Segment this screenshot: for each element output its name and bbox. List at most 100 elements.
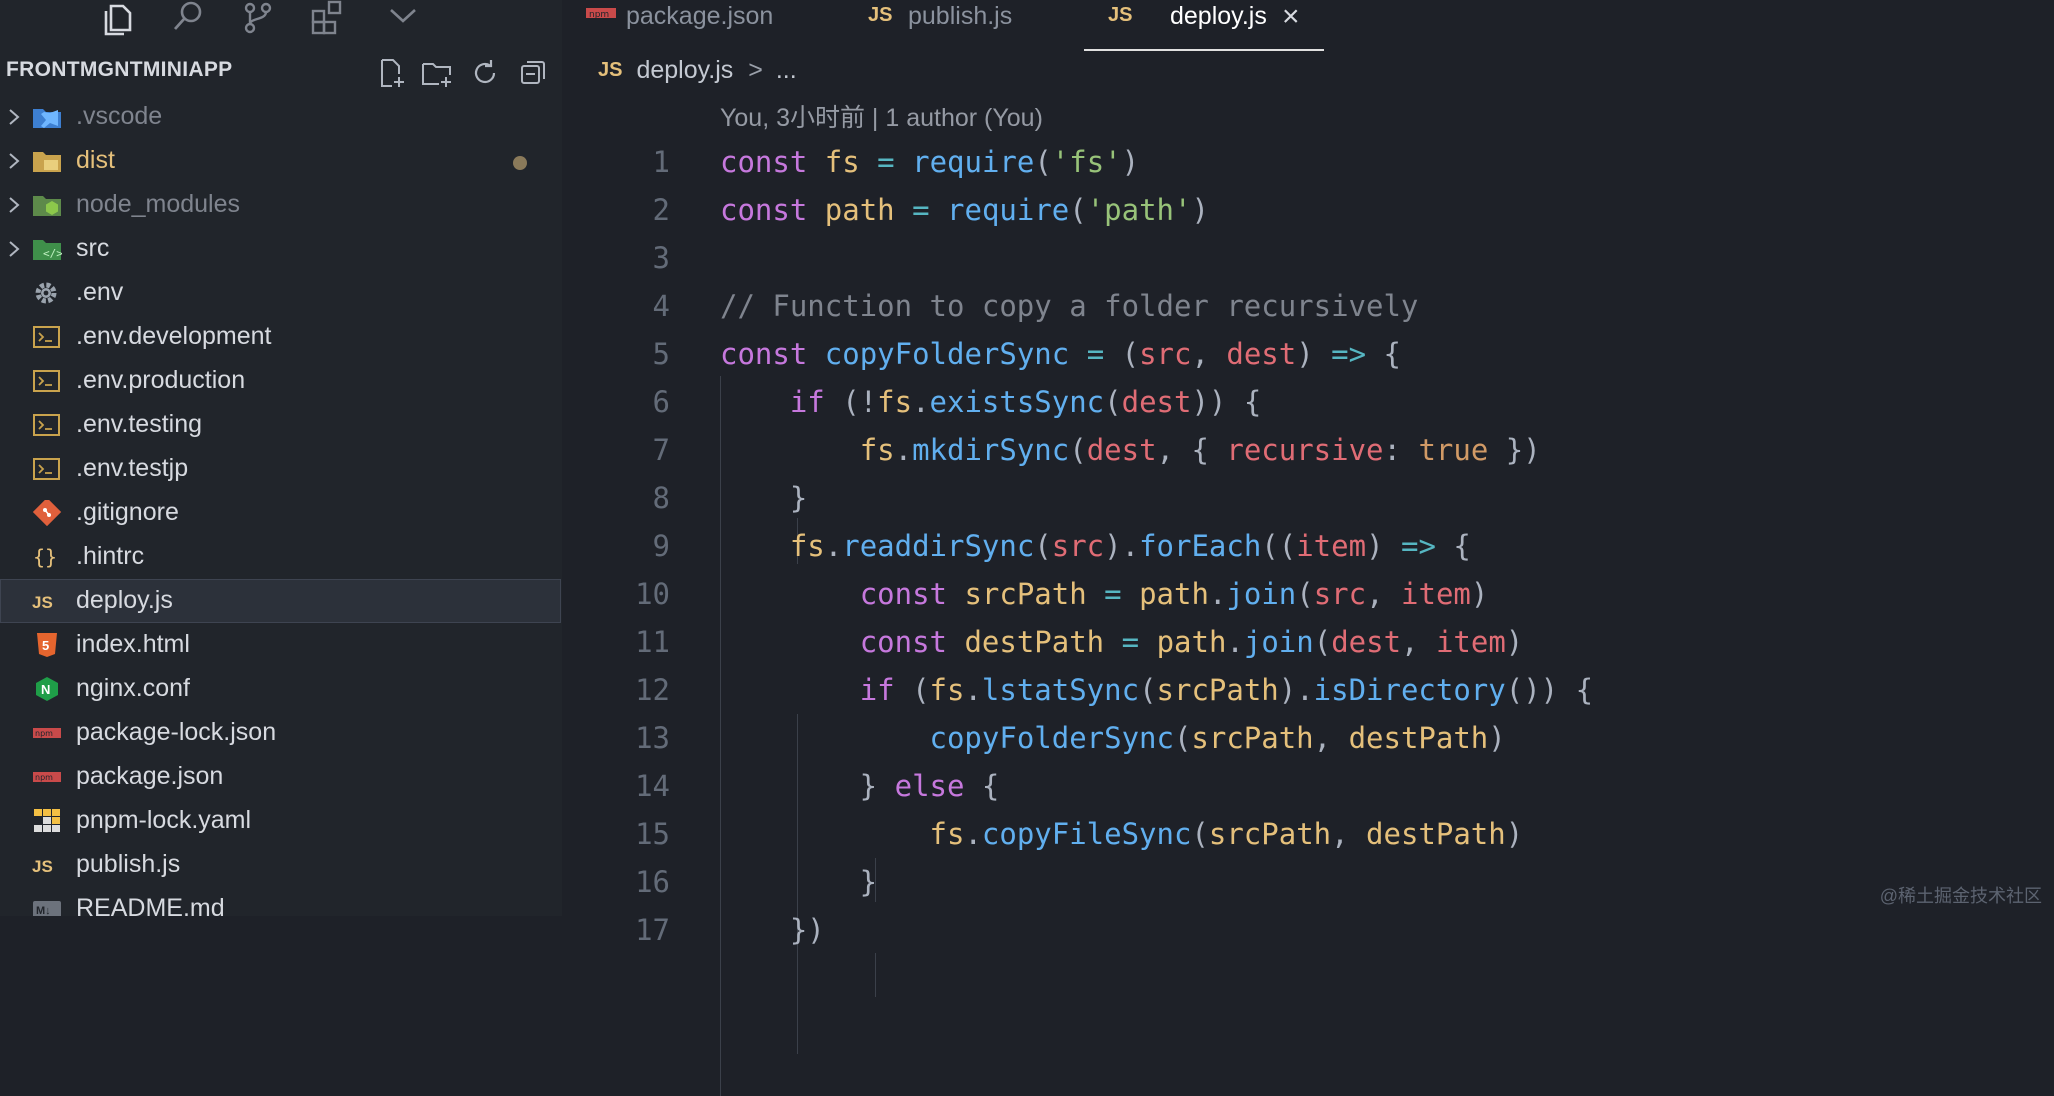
- js-icon: JS: [868, 4, 893, 26]
- code-line[interactable]: }: [720, 858, 2040, 906]
- svg-text:5: 5: [42, 638, 49, 653]
- watermark: @稀土掘金技术社区: [1879, 886, 2042, 906]
- code-line[interactable]: const srcPath = path.join(src, item): [720, 570, 2040, 618]
- collapse-all-icon[interactable]: [516, 56, 550, 90]
- tree-item-label: .env.testjp: [76, 454, 189, 482]
- tree-item[interactable]: .vscode: [0, 95, 562, 139]
- tree-item-label: .gitignore: [76, 498, 179, 526]
- codelens-author[interactable]: You, 3小时前 | 1 author (You): [720, 98, 1043, 134]
- tree-item-label: .vscode: [76, 102, 163, 130]
- svg-text:JS: JS: [32, 593, 53, 612]
- tree-item[interactable]: M↓ README.md: [0, 887, 562, 916]
- line-number: 1: [652, 145, 670, 179]
- tab-label: deploy.js: [1170, 2, 1267, 30]
- tree-item-label: index.html: [76, 630, 190, 658]
- activity-bar: [0, 0, 562, 50]
- breadcrumb-separator: >: [748, 56, 763, 84]
- code-line[interactable]: [720, 234, 2040, 282]
- node-folder-icon: [32, 192, 62, 218]
- tree-item[interactable]: 5 index.html: [0, 623, 562, 667]
- line-number: 13: [635, 721, 670, 755]
- line-number: 10: [635, 577, 670, 611]
- indent-guide: [875, 953, 876, 997]
- tree-item-label: .env.testing: [76, 410, 203, 438]
- code-line[interactable]: // Function to copy a folder recursively: [720, 282, 2040, 330]
- project-title[interactable]: FRONTMGNTMINIAPP: [6, 58, 232, 82]
- code-line[interactable]: }): [720, 906, 2040, 954]
- code-line[interactable]: } else {: [720, 762, 2040, 810]
- new-file-icon[interactable]: [374, 56, 408, 90]
- tab-deploy-js[interactable]: JS deploy.js ×: [1084, 0, 1324, 51]
- tree-item[interactable]: JS publish.js: [0, 843, 562, 887]
- code-line[interactable]: fs.readdirSync(src).forEach((item) => {: [720, 522, 2040, 570]
- tree-item[interactable]: Nnginx.conf: [0, 667, 562, 711]
- tree-item[interactable]: npm package.json: [0, 755, 562, 799]
- tree-item-label: node_modules: [76, 190, 241, 218]
- line-number: 17: [635, 913, 670, 947]
- tree-item[interactable]: node_modules: [0, 183, 562, 227]
- tab-publish-js[interactable]: JS publish.js: [862, 0, 1092, 49]
- explorer-sidebar: FRONTMGNTMINIAPP .vscode dist node_modules…: [0, 0, 562, 916]
- new-folder-icon[interactable]: [420, 56, 454, 90]
- close-icon[interactable]: ×: [1282, 0, 1300, 34]
- tree-item[interactable]: dist: [0, 139, 562, 183]
- code-line[interactable]: fs.copyFileSync(srcPath, destPath): [720, 810, 2040, 858]
- tree-item[interactable]: .env: [0, 271, 562, 315]
- tree-item-label: package.json: [76, 762, 224, 790]
- chevron-right-icon[interactable]: [4, 105, 24, 129]
- explorer-header: FRONTMGNTMINIAPP: [0, 52, 562, 92]
- chevron-right-icon[interactable]: [4, 237, 24, 261]
- tree-item[interactable]: .env.production: [0, 359, 562, 403]
- tree-item[interactable]: .env.testing: [0, 403, 562, 447]
- tree-item[interactable]: .env.testjp: [0, 447, 562, 491]
- code-line[interactable]: const path = require('path'): [720, 186, 2040, 234]
- breadcrumb-more[interactable]: ...: [776, 56, 797, 84]
- folder-icon: [32, 148, 62, 174]
- tree-item-label: README.md: [76, 894, 225, 916]
- chevron-right-icon[interactable]: [4, 193, 24, 217]
- tree-item[interactable]: </> src: [0, 227, 562, 271]
- tree-item[interactable]: .gitignore: [0, 491, 562, 535]
- svg-text:JS: JS: [32, 857, 53, 876]
- tree-item[interactable]: npm package-lock.json: [0, 711, 562, 755]
- code-line[interactable]: copyFolderSync(srcPath, destPath): [720, 714, 2040, 762]
- code-line[interactable]: const fs = require('fs'): [720, 138, 2040, 186]
- tab-package-json[interactable]: npm package.json: [582, 0, 832, 49]
- files-icon[interactable]: [98, 0, 138, 38]
- tree-item[interactable]: JS deploy.js: [0, 579, 561, 623]
- chevron-down-icon[interactable]: [383, 0, 423, 38]
- refresh-icon[interactable]: [468, 56, 502, 90]
- code-line[interactable]: }: [720, 474, 2040, 522]
- tree-item[interactable]: .env.development: [0, 315, 562, 359]
- chevron-right-icon[interactable]: [4, 149, 24, 173]
- vscode-folder-icon: [32, 104, 62, 130]
- extensions-icon[interactable]: [308, 0, 348, 38]
- svg-text:npm: npm: [589, 10, 609, 20]
- code-line[interactable]: const destPath = path.join(dest, item): [720, 618, 2040, 666]
- tree-item[interactable]: {} .hintrc: [0, 535, 562, 579]
- line-number: 3: [652, 241, 670, 275]
- gear-icon: [32, 280, 62, 306]
- js-icon: JS: [1108, 4, 1133, 26]
- search-icon[interactable]: [168, 0, 208, 38]
- tree-item[interactable]: pnpm-lock.yaml: [0, 799, 562, 843]
- line-number: 5: [652, 337, 670, 371]
- js-icon: JS: [598, 59, 623, 81]
- breadcrumb-file[interactable]: deploy.js: [636, 56, 733, 84]
- code-line[interactable]: fs.mkdirSync(dest, { recursive: true }): [720, 426, 2040, 474]
- code-editor[interactable]: const fs = require('fs') const path = req…: [720, 138, 2040, 1096]
- source-control-icon[interactable]: [238, 0, 278, 38]
- npm-icon: npm: [32, 720, 62, 746]
- npm-icon: npm: [586, 6, 616, 22]
- code-line[interactable]: if (!fs.existsSync(dest)) {: [720, 378, 2040, 426]
- code-line[interactable]: const copyFolderSync = (src, dest) => {: [720, 330, 2040, 378]
- tab-bar: npm package.json JS publish.js JS deploy…: [562, 0, 2054, 51]
- svg-text:</>: </>: [43, 247, 62, 260]
- terminal-file-icon: [32, 412, 62, 438]
- tree-item-label: publish.js: [76, 850, 181, 878]
- tree-item-label: .hintrc: [76, 542, 145, 570]
- tree-item-label: src: [76, 234, 110, 262]
- pnpm-icon: [32, 808, 62, 834]
- code-line[interactable]: if (fs.lstatSync(srcPath).isDirectory())…: [720, 666, 2040, 714]
- line-number: 14: [635, 769, 670, 803]
